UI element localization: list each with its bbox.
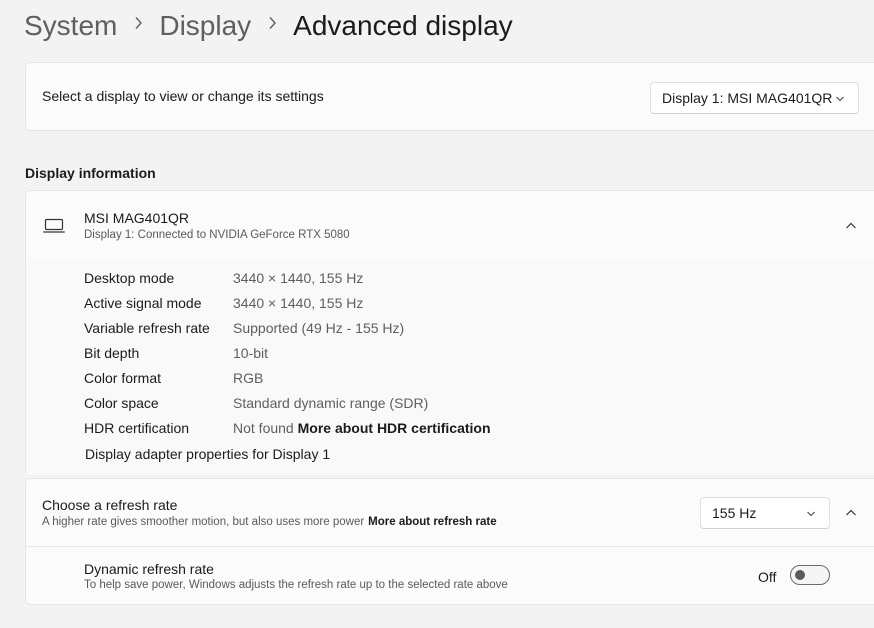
hdr-certification-link[interactable]: More about HDR certification bbox=[298, 420, 491, 436]
display-information-card: MSI MAG401QR Display 1: Connected to NVI… bbox=[25, 190, 874, 475]
info-row-color-format: Color format RGB bbox=[84, 370, 263, 386]
info-value: 3440 × 1440, 155 Hz bbox=[233, 295, 364, 311]
chevron-right-icon bbox=[268, 15, 277, 35]
chevron-right-icon bbox=[134, 15, 143, 35]
refresh-rate-card: Choose a refresh rate A higher rate give… bbox=[25, 478, 874, 605]
info-label: Active signal mode bbox=[84, 295, 202, 311]
chevron-up-icon[interactable] bbox=[844, 219, 858, 233]
display-dropdown[interactable]: Display 1: MSI MAG401QR bbox=[650, 82, 859, 114]
dynamic-refresh-rate-toggle[interactable] bbox=[790, 565, 830, 585]
info-row-active-signal-mode: Active signal mode 3440 × 1440, 155 Hz bbox=[84, 295, 363, 311]
section-title-display-information: Display information bbox=[25, 165, 156, 181]
display-dropdown-value: Display 1: MSI MAG401QR bbox=[662, 90, 833, 106]
page-title: Advanced display bbox=[293, 10, 513, 41]
dynamic-refresh-rate-title: Dynamic refresh rate bbox=[84, 561, 214, 577]
display-select-label: Select a display to view or change its s… bbox=[42, 88, 324, 104]
info-value: Standard dynamic range (SDR) bbox=[233, 395, 429, 411]
breadcrumb: System Display Advanced display bbox=[24, 6, 513, 46]
display-select-card: Select a display to view or change its s… bbox=[25, 62, 874, 131]
refresh-rate-description: A higher rate gives smoother motion, but… bbox=[42, 516, 497, 528]
laptop-icon bbox=[43, 218, 65, 239]
info-value: Not found More about HDR certification bbox=[233, 420, 491, 436]
info-label: Color format bbox=[84, 370, 162, 386]
info-label: Color space bbox=[84, 395, 159, 411]
info-row-hdr-certification: HDR certification Not found More about H… bbox=[84, 420, 491, 436]
info-label: Desktop mode bbox=[84, 270, 175, 286]
refresh-rate-link[interactable]: More about refresh rate bbox=[368, 516, 496, 528]
breadcrumb-display[interactable]: Display bbox=[159, 10, 251, 42]
info-value: 3440 × 1440, 155 Hz bbox=[233, 270, 364, 286]
info-label: Bit depth bbox=[84, 345, 140, 361]
chevron-down-icon bbox=[805, 507, 817, 519]
monitor-name: MSI MAG401QR bbox=[84, 210, 190, 226]
info-row-variable-refresh-rate: Variable refresh rate Supported (49 Hz -… bbox=[84, 320, 404, 336]
info-label: HDR certification bbox=[84, 420, 190, 436]
info-label: Variable refresh rate bbox=[84, 320, 210, 336]
monitor-connection: Display 1: Connected to NVIDIA GeForce R… bbox=[84, 229, 350, 241]
info-row-bit-depth: Bit depth 10-bit bbox=[84, 345, 268, 361]
info-row-color-space: Color space Standard dynamic range (SDR) bbox=[84, 395, 428, 411]
refresh-rate-title: Choose a refresh rate bbox=[42, 497, 178, 513]
display-adapter-properties-link[interactable]: Display adapter properties for Display 1 bbox=[85, 446, 330, 462]
toggle-state-label: Off bbox=[758, 569, 777, 585]
chevron-up-icon[interactable] bbox=[844, 506, 858, 520]
divider bbox=[26, 546, 874, 547]
chevron-down-icon bbox=[834, 92, 846, 104]
hdr-status: Not found bbox=[233, 420, 294, 436]
breadcrumb-system[interactable]: System bbox=[24, 10, 117, 42]
display-information-header[interactable]: MSI MAG401QR Display 1: Connected to NVI… bbox=[26, 191, 874, 260]
info-value: RGB bbox=[233, 370, 264, 386]
info-row-desktop-mode: Desktop mode 3440 × 1440, 155 Hz bbox=[84, 270, 363, 286]
info-value: 10-bit bbox=[233, 345, 269, 361]
refresh-rate-dropdown[interactable]: 155 Hz bbox=[700, 497, 830, 529]
display-information-body: Desktop mode 3440 × 1440, 155 Hz Active … bbox=[26, 259, 874, 475]
refresh-rate-value: 155 Hz bbox=[712, 505, 757, 521]
info-value: Supported (49 Hz - 155 Hz) bbox=[233, 320, 405, 336]
dynamic-refresh-rate-description: To help save power, Windows adjusts the … bbox=[84, 579, 508, 591]
refresh-rate-subtitle: A higher rate gives smoother motion, but… bbox=[42, 516, 365, 528]
toggle-knob bbox=[795, 570, 805, 580]
